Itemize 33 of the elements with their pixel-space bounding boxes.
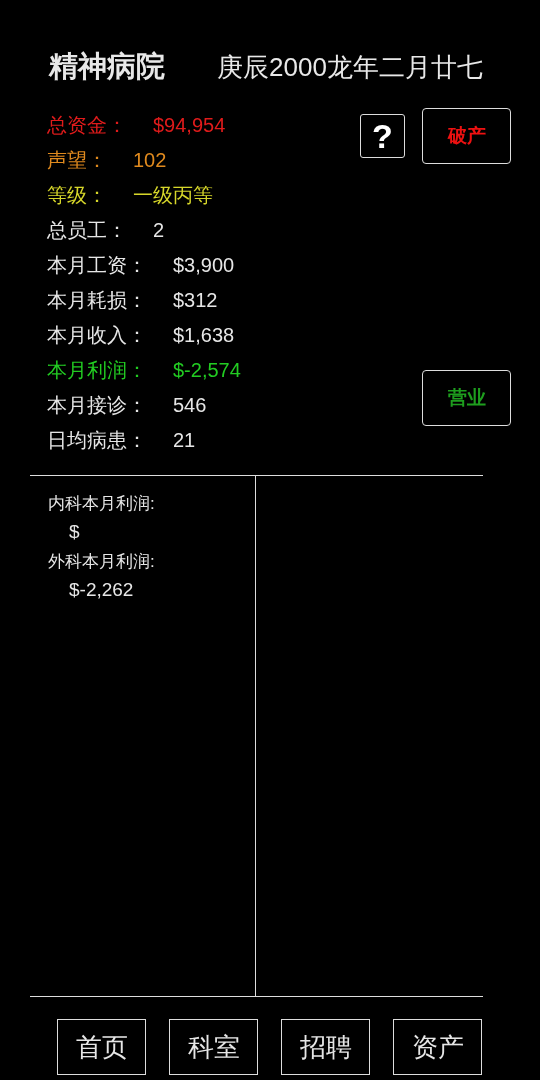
bankrupt-button[interactable]: 破产 [422, 108, 511, 164]
game-date: 庚辰2000龙年二月廿七 [217, 50, 483, 84]
nav-tab[interactable]: 首页 [57, 1019, 146, 1075]
stat-label: 声望： [47, 148, 107, 173]
stat-label: 本月工资： [47, 253, 147, 278]
stat-value: $312 [173, 289, 218, 312]
nav-tab[interactable]: 招聘 [281, 1019, 370, 1075]
stat-label: 总资金： [47, 113, 127, 138]
stat-value: 102 [133, 149, 167, 172]
department-profit-value: $ [69, 520, 80, 544]
stat-value: $3,900 [173, 254, 235, 277]
hospital-title: 精神病院 [49, 49, 165, 84]
stat-label: 本月利润： [47, 358, 147, 383]
nav-tab[interactable]: 科室 [169, 1019, 258, 1075]
stat-label: 日均病患： [47, 428, 147, 453]
stat-value: $1,638 [173, 324, 235, 347]
help-button[interactable]: ? [360, 114, 405, 158]
stat-value: 2 [153, 219, 165, 242]
nav-tab[interactable]: 资产 [393, 1019, 482, 1075]
stat-value: 一级丙等 [133, 183, 213, 208]
department-profit-value: $-2,262 [69, 578, 134, 602]
department-profit-label: 外科本月利润: [48, 551, 155, 573]
stat-value: 546 [173, 394, 207, 417]
stat-label: 本月接诊： [47, 393, 147, 418]
stat-value: $94,954 [153, 114, 226, 137]
department-profit-label: 内科本月利润: [48, 493, 155, 515]
stat-label: 本月耗损： [47, 288, 147, 313]
open-business-button[interactable]: 营业 [422, 370, 511, 426]
stat-value: 21 [173, 429, 196, 452]
stat-value: $-2,574 [173, 359, 241, 382]
stat-label: 本月收入： [47, 323, 147, 348]
stat-label: 总员工： [47, 218, 127, 243]
stat-label: 等级： [47, 183, 107, 208]
